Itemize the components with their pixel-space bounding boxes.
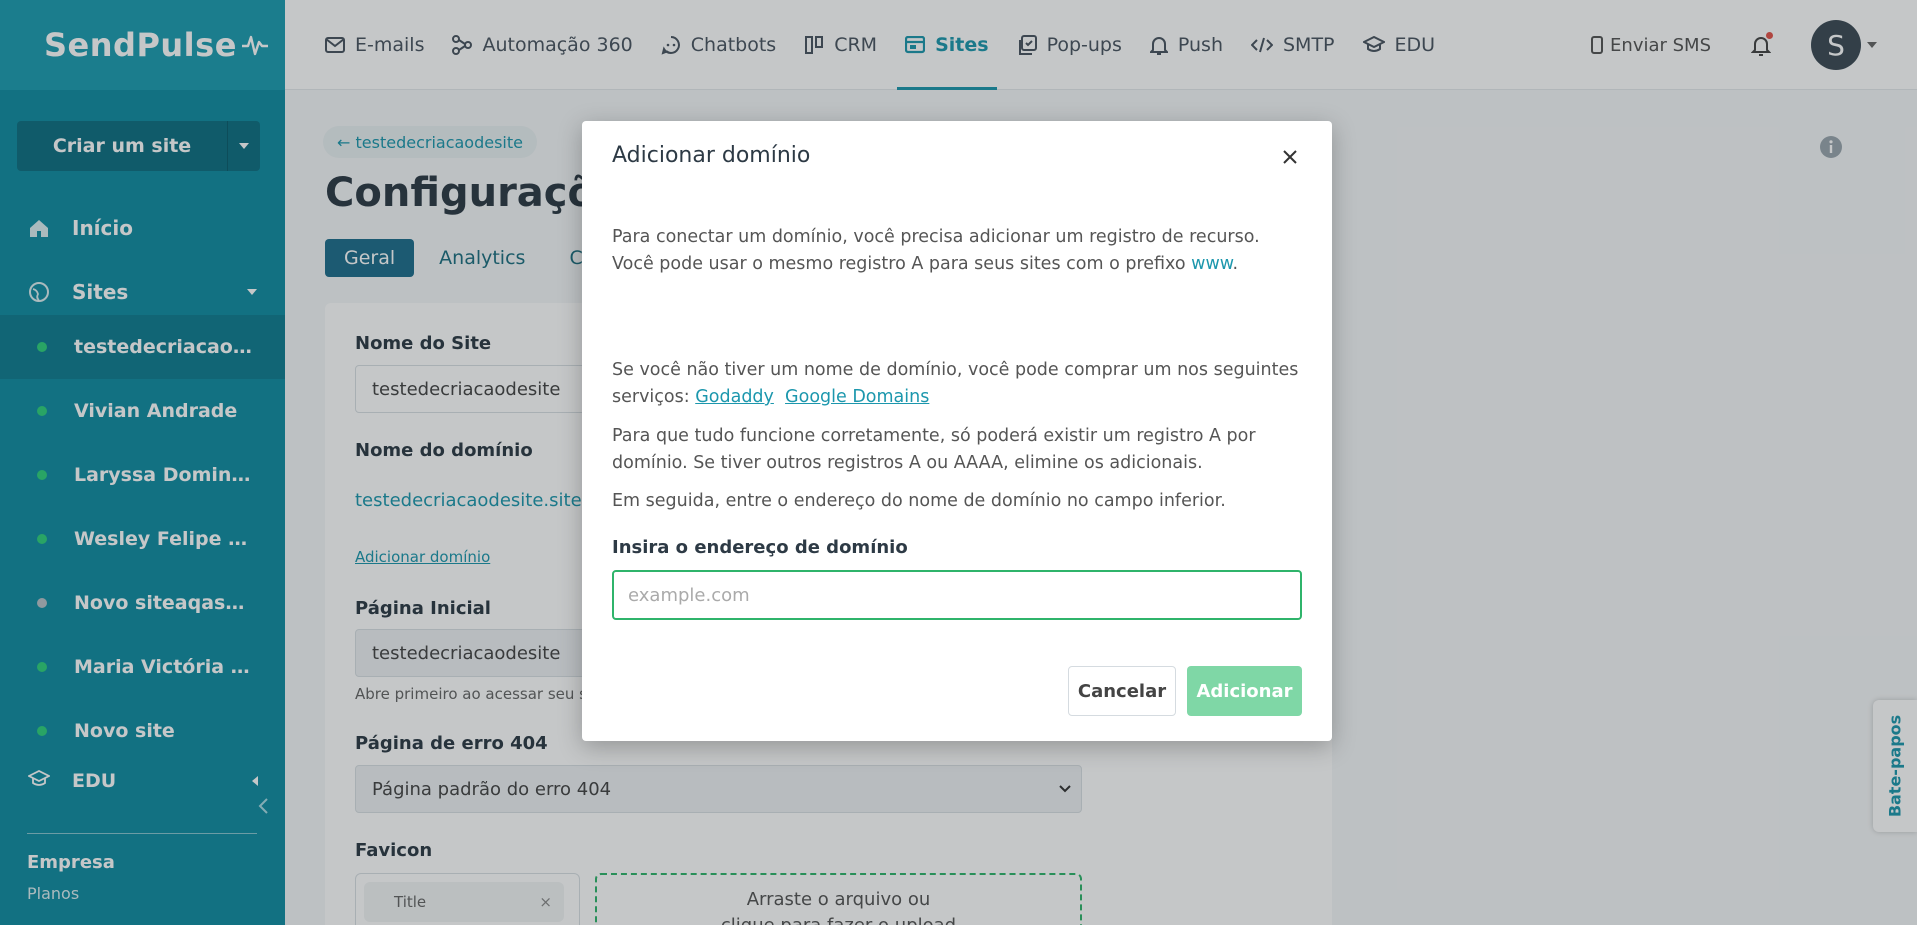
close-icon: [1283, 150, 1297, 164]
close-modal-button[interactable]: [1278, 145, 1302, 169]
domain-input[interactable]: [612, 570, 1302, 620]
modal-paragraph-buy: Se você não tiver um nome de domínio, vo…: [612, 357, 1304, 411]
modal-paragraph-records: Para conectar um domínio, você precisa a…: [612, 227, 1260, 274]
domain-input-label: Insira o endereço de domínio: [612, 537, 908, 558]
records-text: Para conectar um domínio, você precisa a…: [612, 227, 1260, 274]
add-button[interactable]: Adicionar: [1187, 666, 1302, 716]
www-link[interactable]: www: [1191, 254, 1232, 274]
modal-paragraph-next: Em seguida, entre o endereço do nome de …: [612, 491, 1226, 511]
google-domains-link[interactable]: Google Domains: [785, 387, 929, 407]
modal-title: Adicionar domínio: [612, 143, 811, 168]
modal-paragraph-a-record: Para que tudo funcione corretamente, só …: [612, 426, 1256, 473]
add-domain-modal: Adicionar domínio Para conectar um domín…: [582, 121, 1332, 741]
cancel-button[interactable]: Cancelar: [1068, 666, 1176, 716]
godaddy-link[interactable]: Godaddy: [695, 387, 774, 407]
